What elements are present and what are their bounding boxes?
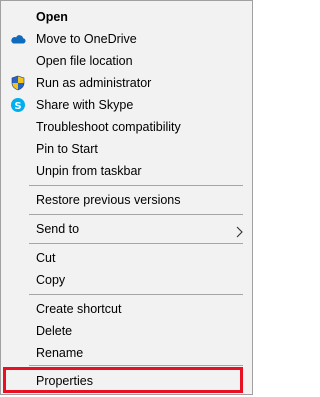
svg-text:S: S bbox=[14, 101, 21, 112]
menu-item-move-to-onedrive[interactable]: Move to OneDrive bbox=[1, 28, 252, 50]
menu-item-label: Run as administrator bbox=[36, 76, 152, 90]
menu-item-copy[interactable]: Copy bbox=[1, 269, 252, 291]
menu-item-cut[interactable]: Cut bbox=[1, 247, 252, 269]
menu-item-properties[interactable]: Properties bbox=[1, 370, 252, 392]
menu-item-label: Properties bbox=[36, 374, 93, 388]
menu-item-label: Open bbox=[36, 10, 68, 24]
menu-item-unpin-from-taskbar[interactable]: Unpin from taskbar bbox=[1, 160, 252, 182]
menu-item-label: Unpin from taskbar bbox=[36, 164, 142, 178]
menu-item-pin-to-start[interactable]: Pin to Start bbox=[1, 138, 252, 160]
menu-item-open[interactable]: Open bbox=[1, 6, 252, 28]
menu-item-open-file-location[interactable]: Open file location bbox=[1, 50, 252, 72]
menu-item-create-shortcut[interactable]: Create shortcut bbox=[1, 298, 252, 320]
menu-separator bbox=[29, 243, 243, 244]
onedrive-cloud-icon bbox=[10, 31, 26, 47]
menu-item-label: Open file location bbox=[36, 54, 133, 68]
menu-separator bbox=[29, 214, 243, 215]
menu-separator bbox=[29, 185, 243, 186]
menu-item-delete[interactable]: Delete bbox=[1, 320, 252, 342]
menu-item-label: Send to bbox=[36, 222, 80, 236]
menu-item-label: Share with Skype bbox=[36, 98, 134, 112]
menu-item-label: Rename bbox=[36, 346, 84, 360]
menu-item-run-as-administrator[interactable]: Run as administrator bbox=[1, 72, 252, 94]
menu-item-label: Create shortcut bbox=[36, 302, 122, 316]
chevron-right-icon bbox=[234, 223, 244, 238]
menu-item-restore-previous-versions[interactable]: Restore previous versions bbox=[1, 189, 252, 211]
menu-item-rename[interactable]: Rename bbox=[1, 342, 252, 364]
menu-item-send-to[interactable]: Send to bbox=[1, 218, 252, 240]
menu-separator bbox=[29, 365, 243, 366]
menu-item-label: Copy bbox=[36, 273, 66, 287]
uac-shield-icon bbox=[10, 75, 26, 91]
menu-item-label: Delete bbox=[36, 324, 73, 338]
context-menu: Open Move to OneDrive Open file location… bbox=[0, 0, 253, 395]
menu-item-label: Pin to Start bbox=[36, 142, 98, 156]
menu-item-share-with-skype[interactable]: S Share with Skype bbox=[1, 94, 252, 116]
menu-item-label: Troubleshoot compatibility bbox=[36, 120, 181, 134]
menu-separator bbox=[29, 294, 243, 295]
menu-item-label: Restore previous versions bbox=[36, 193, 181, 207]
skype-icon: S bbox=[10, 97, 26, 113]
menu-item-label: Move to OneDrive bbox=[36, 32, 137, 46]
menu-item-troubleshoot-compatibility[interactable]: Troubleshoot compatibility bbox=[1, 116, 252, 138]
menu-item-label: Cut bbox=[36, 251, 56, 265]
